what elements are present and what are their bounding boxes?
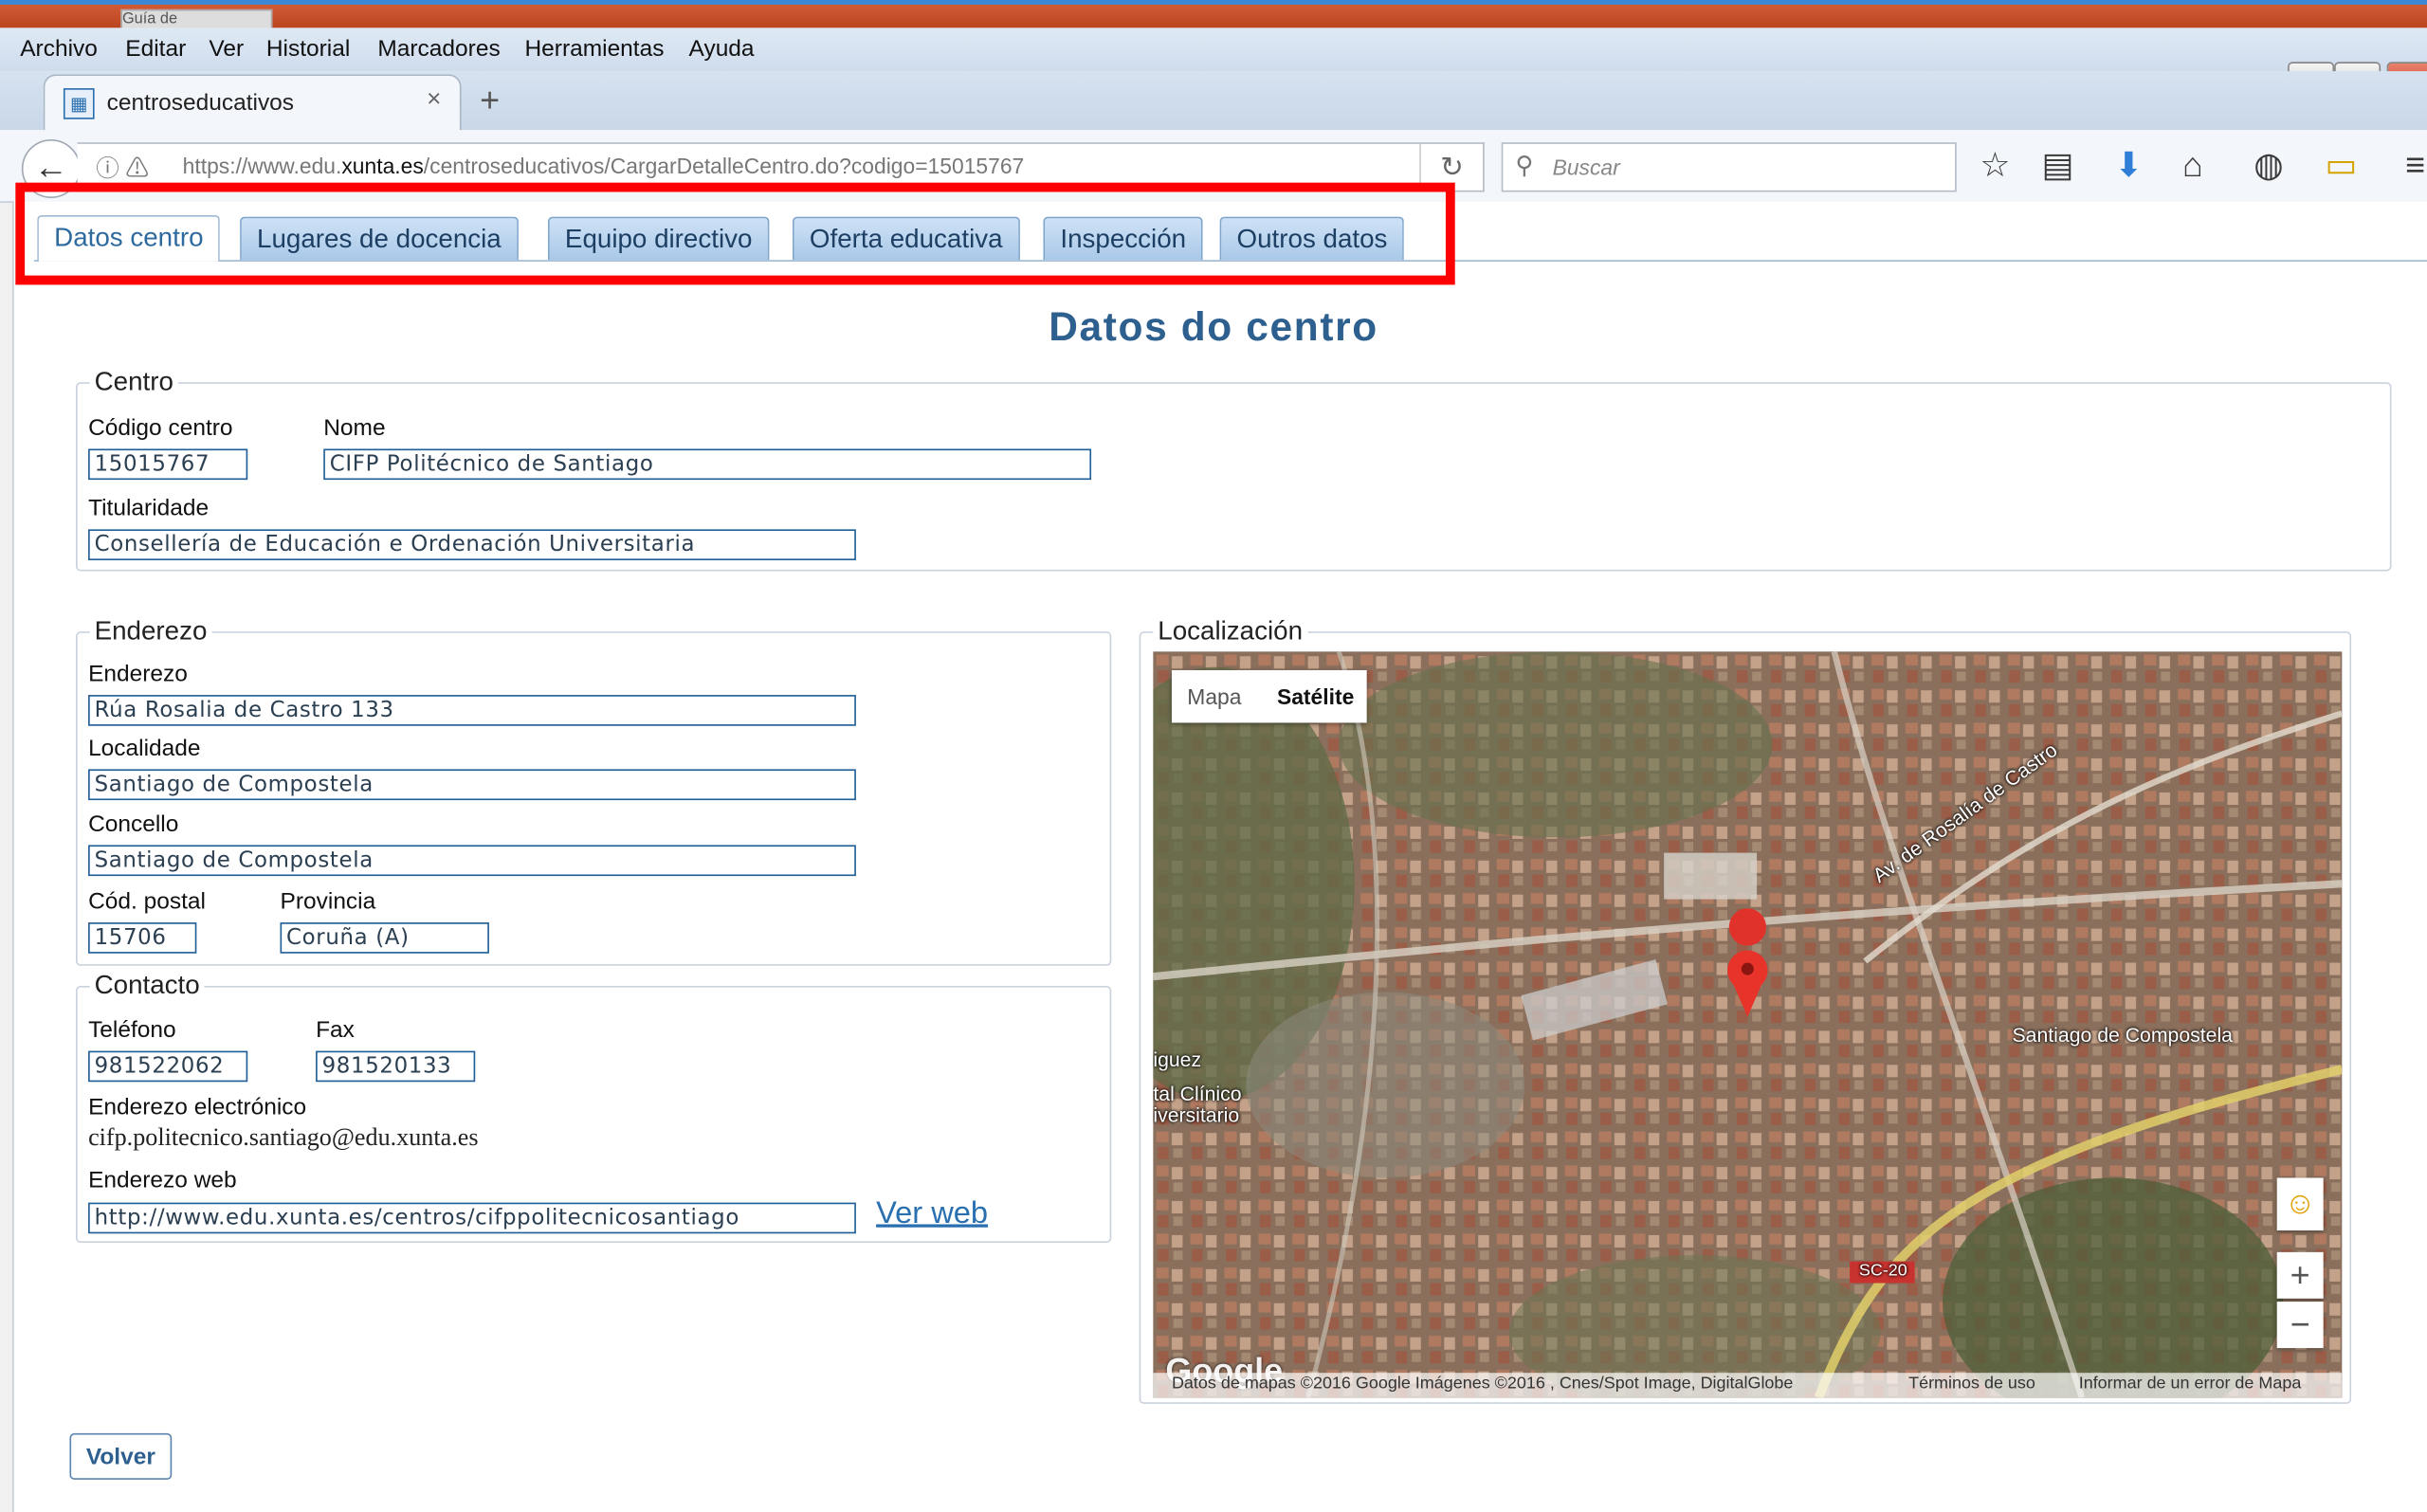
ruler-icon[interactable]: ▭: [2325, 145, 2357, 185]
cp-field[interactable]: 15706: [88, 922, 197, 954]
web-label: Enderezo web: [88, 1167, 237, 1193]
codigo-label: Código centro: [88, 414, 233, 442]
zoom-out-button[interactable]: −: [2276, 1302, 2324, 1349]
provincia-label: Provincia: [280, 888, 376, 915]
map-type-mapa[interactable]: Mapa: [1172, 670, 1257, 723]
menu-bar: Archivo Editar Ver Historial Marcadores …: [0, 27, 2427, 93]
nome-label: Nome: [323, 414, 386, 442]
menu-editar[interactable]: Editar: [125, 36, 186, 63]
menu-ver[interactable]: Ver: [209, 36, 244, 63]
reload-icon[interactable]: ↻: [1419, 143, 1483, 191]
telefono-field[interactable]: 981522062: [88, 1050, 248, 1083]
title-bar: Guía de: [0, 0, 2427, 34]
tab-datos-centro[interactable]: Datos centro: [37, 214, 221, 262]
volver-button[interactable]: Volver: [69, 1432, 173, 1480]
url-bar[interactable]: ⓘ ⚠ https://www.edu.xunta.es/centroseduc…: [77, 142, 1485, 192]
tab-inspeccion[interactable]: Inspección: [1043, 216, 1204, 261]
title-bar-edge: [0, 0, 2427, 5]
building-icon: ▦: [63, 88, 95, 119]
enderezo-legend: Enderezo: [89, 615, 212, 647]
fax-label: Fax: [316, 1016, 355, 1044]
email-value: cifp.politecnico.santiago@edu.xunta.es: [88, 1124, 479, 1152]
tab-outros-datos[interactable]: Outros datos: [1219, 216, 1405, 261]
localizacion-legend: Localización: [1153, 615, 1307, 647]
map-label-hospital-3: iversitario: [1153, 1103, 1240, 1127]
map-type-satelite[interactable]: Satélite: [1262, 670, 1370, 723]
browser-tab-title: centroseducativos: [106, 89, 295, 117]
home-icon[interactable]: ⌂: [2182, 145, 2203, 185]
menu-historial[interactable]: Historial: [266, 36, 350, 63]
url-text[interactable]: https://www.edu.xunta.es/centroseducativ…: [183, 154, 1025, 178]
fax-field[interactable]: 981520133: [316, 1050, 476, 1083]
tab-equipo-directivo[interactable]: Equipo directivo: [547, 216, 770, 261]
enderezo-label: Enderezo: [88, 661, 188, 687]
menu-herramientas[interactable]: Herramientas: [524, 36, 664, 63]
map-attribution-text: Datos de mapas ©2016 Google Imágenes ©20…: [1171, 1374, 1794, 1394]
titularidade-field[interactable]: Consellería de Educación e Ordenación Un…: [88, 529, 856, 561]
contacto-legend: Contacto: [89, 970, 205, 1002]
enderezo-field[interactable]: Rúa Rosalia de Castro 133: [88, 695, 856, 726]
map-attribution: Datos de mapas ©2016 Google Imágenes ©20…: [1153, 1373, 2343, 1398]
globe-icon[interactable]: ◍: [2254, 145, 2283, 185]
search-placeholder: Buscar: [1552, 155, 1620, 180]
new-tab-button[interactable]: +: [480, 81, 500, 120]
nome-field[interactable]: CIFP Politécnico de Santiago: [323, 448, 1092, 481]
map-label-road: SC-20: [1858, 1261, 1907, 1281]
telefono-label: Teléfono: [88, 1016, 176, 1044]
menu-hamburger-icon[interactable]: ≡: [2405, 145, 2425, 185]
localidade-label: Localidade: [88, 735, 201, 762]
search-icon: ⚲: [1515, 153, 1534, 180]
close-tab-icon[interactable]: ×: [427, 86, 441, 114]
titularidade-label: Titularidade: [88, 495, 210, 522]
tab-lugares-de-docencia[interactable]: Lugares de docencia: [240, 216, 519, 261]
codigo-field[interactable]: 15015767: [88, 448, 248, 481]
email-label: Enderezo electrónico: [88, 1094, 307, 1121]
browser-tab[interactable]: ▦ centroseducativos ×: [43, 74, 462, 132]
reading-list-icon[interactable]: ▤: [2042, 145, 2074, 185]
map-terms-link[interactable]: Términos de uso: [1908, 1375, 2035, 1394]
map-label-hospital-1: iguez: [1153, 1047, 1202, 1071]
url-prefix: https://www.edu.: [182, 153, 342, 178]
tab-oferta-educativa[interactable]: Oferta educativa: [792, 216, 1020, 261]
zoom-in-button[interactable]: +: [2276, 1251, 2324, 1299]
site-info-icon[interactable]: ⓘ ⚠: [96, 152, 149, 184]
menu-marcadores[interactable]: Marcadores: [377, 36, 500, 63]
map-report-link[interactable]: Informar de un error de Mapa: [2079, 1375, 2302, 1394]
back-arrow-icon[interactable]: ←: [21, 138, 81, 198]
bookmark-star-icon[interactable]: ☆: [1980, 145, 2010, 185]
cp-label: Cód. postal: [88, 888, 206, 915]
browser-tab-strip: ▦ centroseducativos × +: [0, 71, 2427, 132]
web-field[interactable]: http://www.edu.xunta.es/centros/cifppoli…: [88, 1202, 856, 1234]
search-bar[interactable]: ⚲ Buscar: [1501, 142, 1957, 192]
download-icon[interactable]: ⬇: [2114, 145, 2143, 185]
satellite-map[interactable]: Mapa Satélite Av. de Rosalía de Castro S…: [1153, 651, 2343, 1398]
map-label-hospital-2: tal Clínico: [1153, 1082, 1242, 1105]
page-title: Datos do centro: [1049, 303, 1378, 350]
menu-ayuda[interactable]: Ayuda: [689, 36, 755, 63]
menu-archivo[interactable]: Archivo: [20, 36, 98, 63]
url-path: /centroseducativos/CargarDetalleCentro.d…: [423, 153, 1025, 178]
centro-legend: Centro: [89, 366, 178, 398]
localidade-field[interactable]: Santiago de Compostela: [88, 769, 856, 801]
provincia-field[interactable]: Coruña (A): [280, 922, 489, 954]
url-domain: xunta.es: [341, 153, 424, 178]
concello-field[interactable]: Santiago de Compostela: [88, 845, 856, 877]
navigation-toolbar: ← ⓘ ⚠ https://www.edu.xunta.es/centrosed…: [0, 130, 2427, 203]
section-tabs: Datos centro Lugares de docencia Equipo …: [33, 212, 2427, 262]
ver-web-link[interactable]: Ver web: [876, 1196, 988, 1232]
map-type-control: Mapa Satélite: [1171, 669, 1370, 723]
street-view-pegman-icon[interactable]: ☺: [2276, 1177, 2324, 1230]
concello-label: Concello: [88, 811, 179, 838]
map-label-city: Santiago de Compostela: [2012, 1023, 2233, 1047]
